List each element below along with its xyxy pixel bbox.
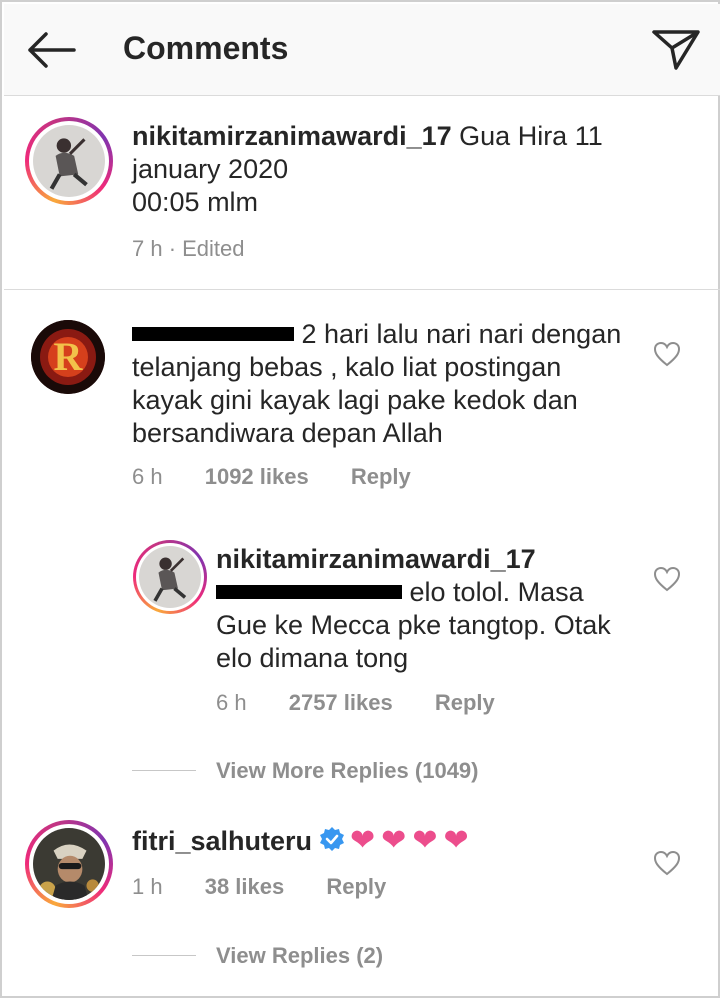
caption-avatar[interactable]: [25, 117, 113, 205]
like-heart-icon[interactable]: [653, 341, 681, 367]
like-heart-icon[interactable]: [653, 850, 681, 876]
view-replies[interactable]: View Replies (2): [216, 943, 383, 969]
comment2-text: fitri_salhuteru ❤❤❤❤: [132, 825, 652, 858]
top-bar: Comments: [4, 4, 720, 96]
caption-text: nikitamirzanimawardi_17 Gua Hira 11 janu…: [132, 120, 652, 219]
arrow-left-icon[interactable]: [22, 28, 78, 72]
comment-meta: 6 h 1092 likes Reply: [132, 464, 447, 490]
reply-username[interactable]: nikitamirzanimawardi_17: [216, 544, 536, 574]
verified-badge-icon: [320, 826, 345, 851]
redacted-mention: [216, 584, 402, 599]
reply-time: 6 h: [216, 690, 247, 715]
paper-plane-icon[interactable]: [650, 26, 702, 72]
divider: [4, 289, 720, 290]
reply-body-3: elo dimana tong: [216, 643, 409, 673]
redacted-username: [132, 326, 294, 341]
comment-body-2: telanjang bebas , kalo liat postingan: [132, 352, 562, 382]
comment2-meta: 1 h 38 likes Reply: [132, 874, 422, 900]
reply-button[interactable]: Reply: [326, 874, 386, 899]
reply-button[interactable]: Reply: [351, 464, 411, 489]
pink-hearts: ❤❤❤❤: [350, 823, 475, 857]
reply-meta: 6 h 2757 likes Reply: [216, 690, 531, 716]
caption-meta: 7 h · Edited: [132, 236, 245, 261]
comment-text: 2 hari lalu nari nari dengan telanjang b…: [132, 318, 652, 450]
page-title: Comments: [123, 30, 289, 66]
comment2-likes[interactable]: 38 likes: [205, 874, 285, 899]
comment-body-4: bersandiwara depan Allah: [132, 418, 443, 448]
caption-body-2: january 2020: [132, 154, 289, 184]
comment2-time: 1 h: [132, 874, 163, 899]
reply-button[interactable]: Reply: [435, 690, 495, 715]
comment2-username[interactable]: fitri_salhuteru: [132, 826, 312, 856]
comment-time: 6 h: [132, 464, 163, 489]
reply-body-1: elo tolol. Masa: [409, 577, 584, 607]
like-heart-icon[interactable]: [653, 566, 681, 592]
comments-screen: Comments nikitamirzanimawardi_17 Gua Hir…: [0, 0, 720, 998]
caption-username[interactable]: nikitamirzanimawardi_17: [132, 121, 452, 151]
view-replies-line: [132, 955, 196, 956]
comment-body-1: 2 hari lalu nari nari dengan: [301, 319, 622, 349]
comment-avatar[interactable]: [25, 820, 113, 908]
caption-body-1: Gua Hira 11: [459, 121, 603, 151]
reply-likes[interactable]: 2757 likes: [289, 690, 393, 715]
view-more-replies[interactable]: View More Replies (1049): [216, 758, 479, 784]
reply-body-2: Gue ke Mecca pke tangtop. Otak: [216, 610, 611, 640]
svg-text:R: R: [54, 334, 84, 379]
comment-avatar[interactable]: R: [31, 320, 105, 394]
caption-body-3: 00:05 mlm: [132, 187, 259, 217]
reply-avatar[interactable]: [133, 540, 207, 614]
comment-body-3: kayak gini kayak lagi pake kedok dan: [132, 385, 578, 415]
reply-text: nikitamirzanimawardi_17 elo tolol. Masa …: [216, 543, 646, 675]
comment-likes[interactable]: 1092 likes: [205, 464, 309, 489]
view-more-line: [132, 770, 196, 771]
